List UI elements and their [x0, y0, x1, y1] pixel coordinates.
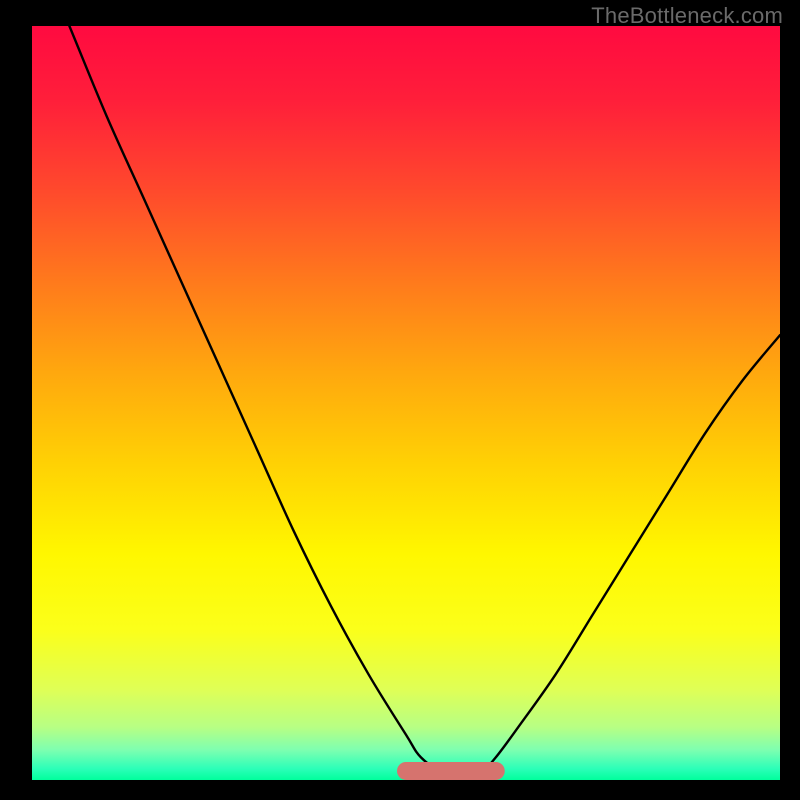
bottleneck-curve: [32, 0, 780, 774]
chart-frame: TheBottleneck.com: [0, 0, 800, 800]
chart-svg: [0, 0, 800, 800]
